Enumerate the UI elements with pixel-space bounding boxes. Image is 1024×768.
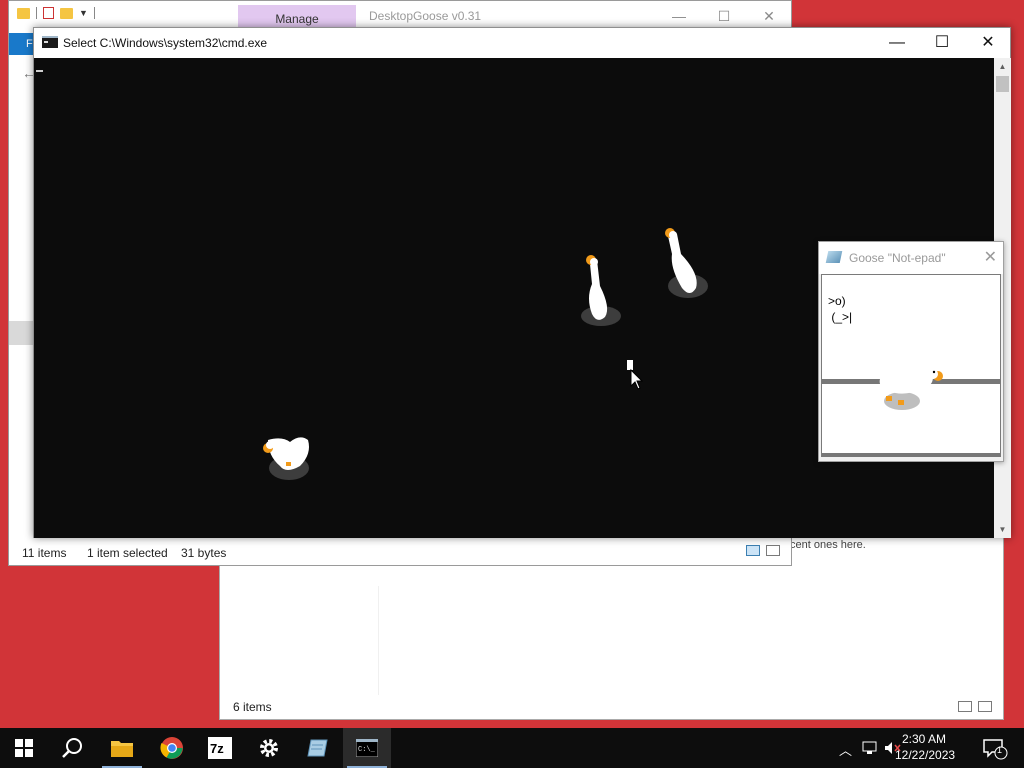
svg-text:7z: 7z <box>210 741 224 756</box>
7zip-icon: 7z <box>208 737 232 759</box>
view-toggle[interactable] <box>746 545 780 556</box>
status-bar: 6 items <box>220 695 1003 719</box>
status-size: 31 bytes <box>181 546 227 560</box>
nav-pane-selected-item[interactable] <box>9 321 35 345</box>
maximize-button[interactable]: ☐ <box>704 5 744 27</box>
scroll-up-icon[interactable]: ▲ <box>994 58 1011 75</box>
text-line-1: >o) <box>828 294 846 308</box>
close-button[interactable]: ✕ <box>984 247 997 267</box>
window-title: Select C:\Windows\system32\cmd.exe <box>63 36 268 50</box>
notepad-icon <box>307 739 328 757</box>
scroll-down-icon[interactable]: ▼ <box>994 521 1011 538</box>
windows-logo-icon <box>15 739 33 757</box>
taskbar: 7z C:\_ ︿ 2:30 AM 12/22/2023 1 <box>0 728 1024 768</box>
large-icons-view-icon[interactable] <box>766 545 780 556</box>
taskbar-command-prompt[interactable]: C:\_ <box>343 728 391 768</box>
status-item-count: 6 items <box>233 700 272 714</box>
notepad-icon <box>825 251 843 263</box>
pane-divider <box>378 586 379 696</box>
cmd-icon <box>42 36 58 48</box>
separator <box>36 7 37 19</box>
status-selection: 1 item selected <box>87 546 168 560</box>
large-icons-view-icon[interactable] <box>978 701 992 712</box>
show-hidden-icons-chevron-up-icon[interactable]: ︿ <box>839 740 852 759</box>
customize-dropdown-icon[interactable]: ▼ <box>79 8 88 18</box>
text-cursor <box>36 70 43 72</box>
taskbar-goose-notepad[interactable] <box>294 728 342 768</box>
details-view-icon[interactable] <box>746 545 760 556</box>
view-toggle[interactable] <box>958 701 992 712</box>
recent-files-hint: cent ones here. <box>790 539 866 551</box>
goose-icon[interactable] <box>570 250 630 330</box>
mouse-cursor-icon <box>627 360 643 390</box>
cmd-icon: C:\_ <box>356 739 378 757</box>
separator <box>93 7 95 19</box>
title-bar[interactable]: Select C:\Windows\system32\cmd.exe — ☐ ✕ <box>34 28 1010 58</box>
close-button[interactable]: ✕ <box>965 28 1011 58</box>
tab-file[interactable]: F <box>9 33 35 55</box>
bottom-border <box>822 453 1000 457</box>
notification-count-badge: 1 <box>997 745 1003 755</box>
close-button[interactable]: ✕ <box>749 5 789 27</box>
goose-notepad-window[interactable]: Goose "Not-epad" ✕ >o) (_>| <box>818 241 1004 462</box>
taskbar-file-explorer[interactable] <box>98 728 146 768</box>
goose-icon[interactable] <box>874 363 946 413</box>
clock-date: 12/22/2023 <box>895 748 956 762</box>
quick-access-toolbar: ▼ <box>17 7 95 19</box>
gear-icon <box>260 739 278 757</box>
start-button[interactable] <box>0 728 48 768</box>
svg-text:C:\_: C:\_ <box>358 746 376 754</box>
details-view-icon[interactable] <box>958 701 972 712</box>
goose-icon[interactable] <box>256 426 316 486</box>
network-icon[interactable] <box>862 741 880 755</box>
taskbar-settings[interactable] <box>245 728 293 768</box>
taskbar-7zip[interactable]: 7z <box>196 728 244 768</box>
window-title: Goose "Not-epad" <box>849 251 946 265</box>
scroll-thumb[interactable] <box>996 76 1009 92</box>
text-line-2: (_>| <box>828 310 853 324</box>
search-icon <box>62 738 82 758</box>
title-bar[interactable]: Goose "Not-epad" ✕ <box>819 242 1003 274</box>
taskbar-chrome[interactable] <box>148 728 196 768</box>
status-bar: 11 items 1 item selected 31 bytes <box>9 539 791 565</box>
status-item-count: 11 items <box>22 546 67 560</box>
minimize-button[interactable]: — <box>874 28 920 58</box>
chrome-icon <box>160 737 183 759</box>
properties-icon[interactable] <box>43 7 54 19</box>
search-button[interactable] <box>48 728 96 768</box>
clock-time: 2:30 AM <box>901 732 947 746</box>
new-folder-icon[interactable] <box>60 7 73 19</box>
goose-icon[interactable] <box>656 224 716 304</box>
file-explorer-icon <box>111 741 133 757</box>
window-title: DesktopGoose v0.31 <box>369 9 482 23</box>
system-clock[interactable]: 2:30 AM 12/22/2023 <box>895 731 956 763</box>
action-center-icon[interactable] <box>982 738 1008 760</box>
minimize-button[interactable]: — <box>659 5 699 27</box>
folder-icon[interactable] <box>17 7 30 19</box>
maximize-button[interactable]: ☐ <box>919 28 965 58</box>
text-editor[interactable]: >o) (_>| <box>821 274 1001 457</box>
